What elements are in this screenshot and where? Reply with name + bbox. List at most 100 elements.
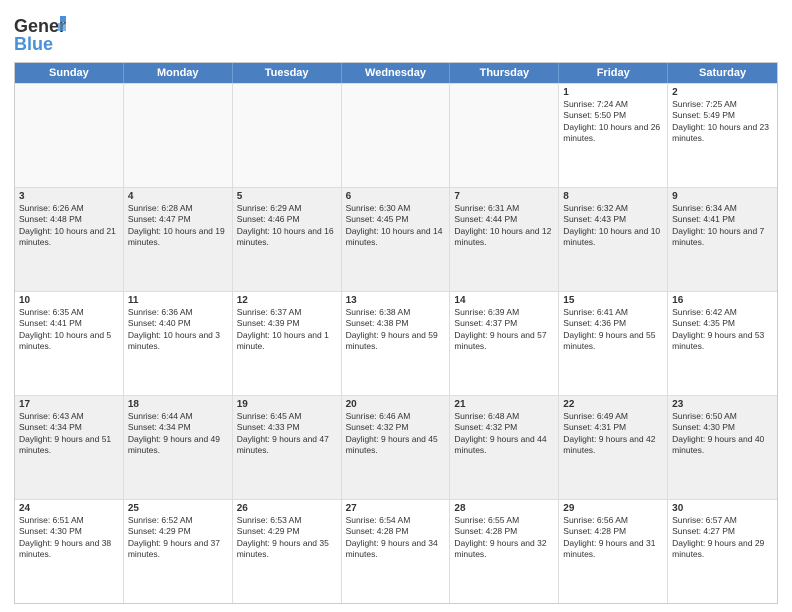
day-info: Sunrise: 6:34 AM Sunset: 4:41 PM Dayligh… [672,203,773,249]
day-number: 15 [563,295,663,306]
calendar-cell: 3Sunrise: 6:26 AM Sunset: 4:48 PM Daylig… [15,188,124,291]
calendar-cell: 22Sunrise: 6:49 AM Sunset: 4:31 PM Dayli… [559,396,668,499]
day-number: 11 [128,295,228,306]
day-info: Sunrise: 6:35 AM Sunset: 4:41 PM Dayligh… [19,307,119,353]
day-number: 13 [346,295,446,306]
day-info: Sunrise: 6:39 AM Sunset: 4:37 PM Dayligh… [454,307,554,353]
day-info: Sunrise: 6:50 AM Sunset: 4:30 PM Dayligh… [672,411,773,457]
day-number: 2 [672,87,773,98]
calendar-cell: 6Sunrise: 6:30 AM Sunset: 4:45 PM Daylig… [342,188,451,291]
header-day-friday: Friday [559,63,668,83]
day-info: Sunrise: 6:48 AM Sunset: 4:32 PM Dayligh… [454,411,554,457]
header-day-wednesday: Wednesday [342,63,451,83]
day-info: Sunrise: 6:42 AM Sunset: 4:35 PM Dayligh… [672,307,773,353]
calendar-cell: 25Sunrise: 6:52 AM Sunset: 4:29 PM Dayli… [124,500,233,603]
day-info: Sunrise: 6:44 AM Sunset: 4:34 PM Dayligh… [128,411,228,457]
header-day-tuesday: Tuesday [233,63,342,83]
calendar-body: 1Sunrise: 7:24 AM Sunset: 5:50 PM Daylig… [15,83,777,603]
calendar-cell: 26Sunrise: 6:53 AM Sunset: 4:29 PM Dayli… [233,500,342,603]
calendar-cell [124,84,233,187]
day-number: 26 [237,503,337,514]
calendar-cell: 20Sunrise: 6:46 AM Sunset: 4:32 PM Dayli… [342,396,451,499]
day-number: 25 [128,503,228,514]
calendar-row-4: 24Sunrise: 6:51 AM Sunset: 4:30 PM Dayli… [15,499,777,603]
day-number: 19 [237,399,337,410]
day-number: 6 [346,191,446,202]
calendar-cell [450,84,559,187]
calendar-cell: 21Sunrise: 6:48 AM Sunset: 4:32 PM Dayli… [450,396,559,499]
calendar-cell: 14Sunrise: 6:39 AM Sunset: 4:37 PM Dayli… [450,292,559,395]
svg-text:Blue: Blue [14,34,53,54]
calendar-cell: 8Sunrise: 6:32 AM Sunset: 4:43 PM Daylig… [559,188,668,291]
day-info: Sunrise: 6:57 AM Sunset: 4:27 PM Dayligh… [672,515,773,561]
day-number: 24 [19,503,119,514]
day-info: Sunrise: 6:29 AM Sunset: 4:46 PM Dayligh… [237,203,337,249]
day-info: Sunrise: 6:28 AM Sunset: 4:47 PM Dayligh… [128,203,228,249]
day-info: Sunrise: 6:52 AM Sunset: 4:29 PM Dayligh… [128,515,228,561]
calendar-cell: 9Sunrise: 6:34 AM Sunset: 4:41 PM Daylig… [668,188,777,291]
day-number: 4 [128,191,228,202]
calendar-cell: 27Sunrise: 6:54 AM Sunset: 4:28 PM Dayli… [342,500,451,603]
day-number: 3 [19,191,119,202]
day-number: 29 [563,503,663,514]
header: General Blue [14,12,778,56]
calendar-cell: 28Sunrise: 6:55 AM Sunset: 4:28 PM Dayli… [450,500,559,603]
day-info: Sunrise: 6:41 AM Sunset: 4:36 PM Dayligh… [563,307,663,353]
calendar-cell: 12Sunrise: 6:37 AM Sunset: 4:39 PM Dayli… [233,292,342,395]
calendar-row-3: 17Sunrise: 6:43 AM Sunset: 4:34 PM Dayli… [15,395,777,499]
calendar-cell: 13Sunrise: 6:38 AM Sunset: 4:38 PM Dayli… [342,292,451,395]
day-number: 20 [346,399,446,410]
day-number: 5 [237,191,337,202]
calendar-cell: 2Sunrise: 7:25 AM Sunset: 5:49 PM Daylig… [668,84,777,187]
day-info: Sunrise: 6:26 AM Sunset: 4:48 PM Dayligh… [19,203,119,249]
day-info: Sunrise: 6:45 AM Sunset: 4:33 PM Dayligh… [237,411,337,457]
logo: General Blue [14,12,70,56]
day-number: 8 [563,191,663,202]
calendar-cell: 24Sunrise: 6:51 AM Sunset: 4:30 PM Dayli… [15,500,124,603]
calendar-cell: 15Sunrise: 6:41 AM Sunset: 4:36 PM Dayli… [559,292,668,395]
day-info: Sunrise: 6:55 AM Sunset: 4:28 PM Dayligh… [454,515,554,561]
calendar-header: SundayMondayTuesdayWednesdayThursdayFrid… [15,63,777,83]
day-number: 21 [454,399,554,410]
day-number: 28 [454,503,554,514]
day-number: 9 [672,191,773,202]
logo-icon: General Blue [14,12,66,56]
calendar-cell [233,84,342,187]
header-day-thursday: Thursday [450,63,559,83]
calendar-cell: 30Sunrise: 6:57 AM Sunset: 4:27 PM Dayli… [668,500,777,603]
calendar-row-1: 3Sunrise: 6:26 AM Sunset: 4:48 PM Daylig… [15,187,777,291]
day-info: Sunrise: 6:32 AM Sunset: 4:43 PM Dayligh… [563,203,663,249]
calendar-cell: 19Sunrise: 6:45 AM Sunset: 4:33 PM Dayli… [233,396,342,499]
calendar-cell: 18Sunrise: 6:44 AM Sunset: 4:34 PM Dayli… [124,396,233,499]
day-info: Sunrise: 6:31 AM Sunset: 4:44 PM Dayligh… [454,203,554,249]
day-number: 27 [346,503,446,514]
day-info: Sunrise: 6:43 AM Sunset: 4:34 PM Dayligh… [19,411,119,457]
day-number: 16 [672,295,773,306]
calendar-cell: 10Sunrise: 6:35 AM Sunset: 4:41 PM Dayli… [15,292,124,395]
calendar-cell: 11Sunrise: 6:36 AM Sunset: 4:40 PM Dayli… [124,292,233,395]
day-info: Sunrise: 6:46 AM Sunset: 4:32 PM Dayligh… [346,411,446,457]
day-info: Sunrise: 6:53 AM Sunset: 4:29 PM Dayligh… [237,515,337,561]
header-day-saturday: Saturday [668,63,777,83]
day-number: 30 [672,503,773,514]
calendar-cell [342,84,451,187]
day-number: 7 [454,191,554,202]
day-number: 17 [19,399,119,410]
day-number: 22 [563,399,663,410]
calendar-cell: 4Sunrise: 6:28 AM Sunset: 4:47 PM Daylig… [124,188,233,291]
day-info: Sunrise: 6:56 AM Sunset: 4:28 PM Dayligh… [563,515,663,561]
calendar-cell: 23Sunrise: 6:50 AM Sunset: 4:30 PM Dayli… [668,396,777,499]
day-info: Sunrise: 7:25 AM Sunset: 5:49 PM Dayligh… [672,99,773,145]
calendar-row-2: 10Sunrise: 6:35 AM Sunset: 4:41 PM Dayli… [15,291,777,395]
day-number: 14 [454,295,554,306]
calendar-cell: 16Sunrise: 6:42 AM Sunset: 4:35 PM Dayli… [668,292,777,395]
day-info: Sunrise: 7:24 AM Sunset: 5:50 PM Dayligh… [563,99,663,145]
day-info: Sunrise: 6:49 AM Sunset: 4:31 PM Dayligh… [563,411,663,457]
day-info: Sunrise: 6:37 AM Sunset: 4:39 PM Dayligh… [237,307,337,353]
calendar-cell: 7Sunrise: 6:31 AM Sunset: 4:44 PM Daylig… [450,188,559,291]
day-number: 12 [237,295,337,306]
page: General Blue SundayMondayTuesdayWednesda… [0,0,792,612]
calendar-cell: 1Sunrise: 7:24 AM Sunset: 5:50 PM Daylig… [559,84,668,187]
calendar-cell: 5Sunrise: 6:29 AM Sunset: 4:46 PM Daylig… [233,188,342,291]
day-number: 10 [19,295,119,306]
